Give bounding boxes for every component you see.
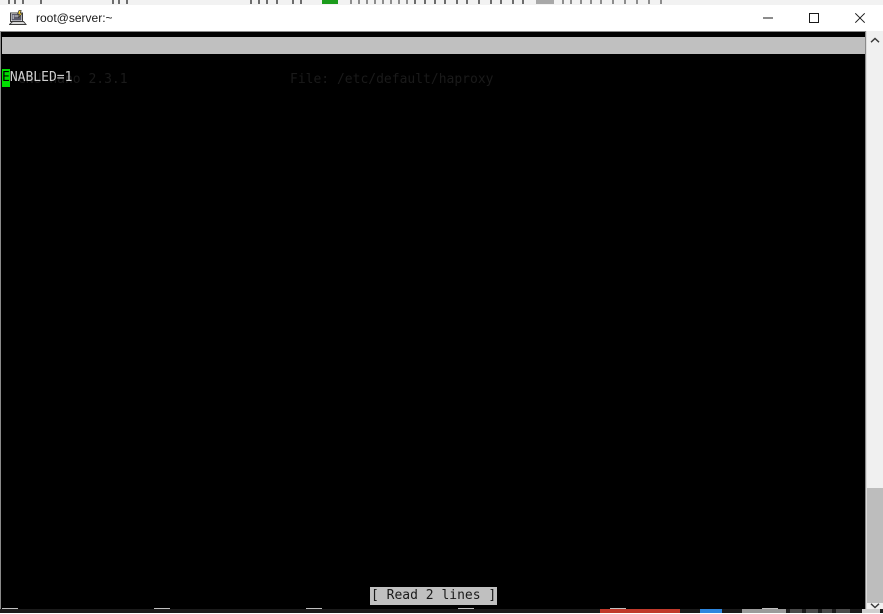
vertical-scrollbar[interactable] xyxy=(866,31,883,613)
background-window-tick xyxy=(258,0,260,4)
background-window-tick xyxy=(276,0,278,4)
background-window-tick xyxy=(112,0,114,4)
background-window-tick xyxy=(374,0,376,4)
background-window-tick xyxy=(562,0,564,4)
window-title: root@server:~ xyxy=(36,11,113,25)
background-window-tick xyxy=(424,0,426,4)
background-window-tick xyxy=(434,0,436,4)
background-window-tick xyxy=(22,0,24,4)
background-window-tick xyxy=(390,0,392,4)
background-window-tick xyxy=(8,0,10,4)
nano-status-row: [ Read 2 lines ] xyxy=(2,587,865,605)
window-titlebar[interactable]: root@server:~ xyxy=(0,5,883,31)
putty-terminal-icon xyxy=(8,9,27,27)
background-window-tick xyxy=(466,0,468,4)
taskbar-item xyxy=(742,609,786,613)
background-window-tick xyxy=(350,0,352,4)
background-window-tick xyxy=(382,0,384,4)
background-window-tick xyxy=(536,0,554,4)
taskbar-item xyxy=(790,609,802,613)
taskbar-item xyxy=(700,609,722,613)
taskbar-item xyxy=(600,609,680,613)
scrollbar-thumb[interactable] xyxy=(867,488,883,603)
maximize-button[interactable] xyxy=(791,5,837,31)
background-window-tick xyxy=(500,0,502,4)
background-window-tick xyxy=(512,0,514,4)
background-window-tick xyxy=(358,0,360,4)
chevron-up-icon xyxy=(870,31,880,49)
background-window-tick xyxy=(590,0,592,4)
close-button[interactable] xyxy=(837,5,883,31)
background-window-tick xyxy=(250,0,252,4)
background-window-tick xyxy=(266,0,268,4)
maximize-icon xyxy=(808,12,820,24)
titlebar-left: root@server:~ xyxy=(0,9,745,27)
background-window-tick xyxy=(478,0,480,4)
editor-line-1-text: NABLED=1 xyxy=(9,70,73,85)
background-window-tick xyxy=(580,0,582,4)
close-icon xyxy=(854,12,866,24)
editor-line-1[interactable]: ENABLED=1 xyxy=(2,69,865,87)
background-window-tick xyxy=(118,0,120,4)
background-window-tick xyxy=(366,0,368,4)
background-window-tick xyxy=(40,0,42,4)
background-window-tick xyxy=(414,0,416,4)
background-window-tick xyxy=(660,0,662,4)
background-window-tick xyxy=(648,0,650,4)
background-window-tick xyxy=(570,0,572,4)
status-message: [ Read 2 lines ] xyxy=(370,587,498,605)
background-window-tick xyxy=(300,0,302,4)
background-window-tick xyxy=(14,0,16,4)
background-window-tick xyxy=(522,0,524,4)
background-window-tick xyxy=(600,0,602,4)
minimize-icon xyxy=(762,12,774,24)
background-window-tick xyxy=(398,0,400,4)
background-window-tick xyxy=(126,0,128,4)
background-window-tick xyxy=(456,0,458,4)
desktop-taskbar-sliver xyxy=(0,609,883,613)
taskbar-item xyxy=(836,609,850,613)
background-window-tick xyxy=(624,0,626,4)
background-window-tick xyxy=(292,0,294,4)
terminal-window: root@server:~ GNU nano 2.3.1 File: /etc/… xyxy=(0,5,883,613)
background-window-tick xyxy=(406,0,408,4)
background-window-tick xyxy=(444,0,446,4)
background-window-tick xyxy=(636,0,638,4)
background-window-tick xyxy=(612,0,614,4)
terminal-screen[interactable]: GNU nano 2.3.1 File: /etc/default/haprox… xyxy=(0,31,866,613)
taskbar-item xyxy=(862,609,880,613)
scrollbar-up-button[interactable] xyxy=(867,31,883,48)
text-cursor: E xyxy=(2,69,10,87)
minimize-button[interactable] xyxy=(745,5,791,31)
background-window-tick xyxy=(322,0,338,4)
nano-title-bar: GNU nano 2.3.1 File: /etc/default/haprox… xyxy=(2,37,865,87)
taskbar-item xyxy=(806,609,818,613)
taskbar-item xyxy=(822,609,832,613)
background-window-tick xyxy=(490,0,492,4)
